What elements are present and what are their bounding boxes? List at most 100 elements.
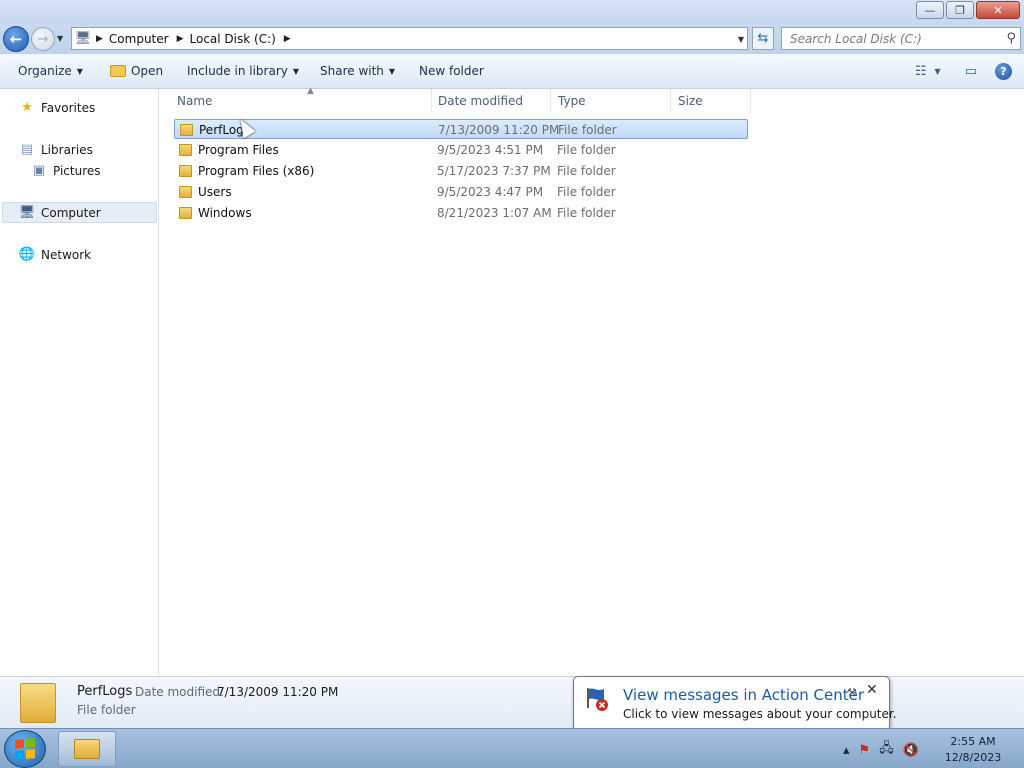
close-icon[interactable]: ✕: [866, 682, 878, 698]
file-date: 8/21/2023 1:07 AM: [437, 206, 552, 220]
folder-icon: [179, 165, 192, 177]
nav-pictures-label: Pictures: [53, 163, 101, 178]
navigation-pane: ★ Favorites ▤ Libraries ▣ Pictures 🖥 Compute…: [0, 89, 159, 676]
back-button[interactable]: ←: [3, 26, 29, 52]
computer-icon: 🖥: [18, 205, 36, 220]
command-bar: Organize ▼ Open Include in library ▼ Share…: [0, 54, 1024, 89]
organize-label: Organize: [18, 64, 72, 78]
chevron-down-icon: ▼: [76, 67, 83, 76]
file-list: Name ▲ Date modified Type Size PerfLogs 7…: [160, 86, 1024, 676]
file-row-perflogs[interactable]: PerfLogs 7/13/2009 11:20 PM File folder: [174, 119, 748, 139]
star-icon: ★: [21, 100, 33, 115]
file-type: File folder: [558, 123, 617, 137]
share-with-label: Share with: [320, 64, 384, 78]
new-folder-button[interactable]: New folder: [419, 64, 484, 78]
chevron-down-icon: ▼: [292, 67, 300, 76]
preview-pane-icon[interactable]: ▭: [965, 64, 977, 79]
action-center-icon[interactable]: ⚑: [859, 743, 871, 758]
window-controls: — ❐ ✕: [914, 1, 1020, 19]
open-button[interactable]: Open: [110, 64, 163, 78]
search-icon[interactable]: ⚲: [1006, 31, 1016, 46]
nav-libraries-label: Libraries: [41, 142, 93, 157]
file-type: File folder: [557, 143, 616, 157]
nav-computer[interactable]: 🖥 Computer: [18, 205, 101, 220]
notification-body: Click to view messages about your comput…: [623, 707, 897, 721]
column-header-type[interactable]: Type: [551, 89, 671, 113]
help-icon[interactable]: ?: [995, 63, 1012, 80]
file-row-program-files[interactable]: Program Files 9/5/2023 4:51 PM File fold…: [174, 140, 748, 160]
nav-network[interactable]: 🌐 Network: [18, 247, 91, 262]
details-date-label: Date modified:: [135, 685, 225, 699]
include-in-library-button[interactable]: Include in library ▼: [187, 64, 299, 78]
taskbar-explorer-button[interactable]: [58, 731, 116, 767]
breadcrumb-computer[interactable]: Computer: [109, 32, 169, 46]
refresh-button[interactable]: ⇆: [752, 27, 774, 50]
breadcrumb-local-disk[interactable]: Local Disk (C:): [190, 32, 276, 46]
column-header-name[interactable]: Name ▲: [170, 86, 432, 113]
folder-icon: [20, 683, 56, 723]
address-bar[interactable]: 🖥 ▶ Computer ▶ Local Disk (C:) ▶ ▼: [71, 27, 748, 50]
chevron-right-icon[interactable]: ▶: [96, 34, 103, 44]
file-date: 7/13/2009 11:20 PM: [438, 123, 560, 137]
file-row-users[interactable]: Users 9/5/2023 4:47 PM File folder: [174, 182, 748, 202]
folder-icon: [179, 186, 192, 198]
view-options-dropdown-icon[interactable]: ▼: [935, 67, 941, 76]
refresh-icon: ⇆: [757, 31, 769, 46]
file-type: File folder: [557, 164, 616, 178]
computer-location-icon: 🖥: [74, 31, 92, 46]
nav-network-label: Network: [41, 247, 92, 262]
notification-title[interactable]: View messages in Action Center: [623, 686, 864, 704]
folder-open-icon: [110, 65, 126, 77]
folder-icon: [179, 207, 192, 219]
forward-button[interactable]: →: [31, 27, 55, 51]
sort-ascending-icon: ▲: [307, 86, 314, 96]
address-history-dropdown-icon[interactable]: ▼: [738, 35, 744, 44]
search-box[interactable]: ⚲: [781, 27, 1021, 50]
nav-favorites[interactable]: ★ Favorites: [18, 100, 95, 115]
file-type: File folder: [557, 185, 616, 199]
chevron-down-icon: ▼: [388, 67, 396, 76]
clock[interactable]: 2:55 AM 12/8/2023: [940, 734, 1006, 766]
network-status-icon[interactable]: 🖧: [879, 739, 894, 761]
search-input[interactable]: [790, 31, 990, 46]
volume-muted-icon[interactable]: 🔇: [903, 743, 919, 758]
minimize-button[interactable]: —: [916, 1, 944, 19]
folder-icon: [179, 144, 192, 156]
show-hidden-icons-icon[interactable]: ▴: [843, 743, 850, 758]
nav-pictures[interactable]: ▣ Pictures: [30, 163, 101, 178]
file-name: Windows: [198, 206, 252, 220]
restore-button[interactable]: ❐: [946, 1, 974, 19]
title-bar: — ❐ ✕: [0, 0, 1024, 24]
column-name-label: Name: [177, 94, 213, 108]
start-button[interactable]: [4, 730, 46, 768]
file-date: 9/5/2023 4:47 PM: [437, 185, 544, 199]
close-button[interactable]: ✕: [976, 1, 1020, 19]
pictures-icon: ▣: [32, 163, 46, 178]
explorer-icon: [74, 739, 100, 759]
chevron-right-icon[interactable]: ▶: [284, 34, 291, 44]
clock-time: 2:55 AM: [950, 735, 996, 748]
windows-logo-icon: [15, 737, 35, 761]
forward-arrow-icon: →: [37, 31, 49, 47]
column-header-size[interactable]: Size: [671, 89, 751, 113]
file-date: 5/17/2023 7:37 PM: [437, 164, 551, 178]
column-header-date[interactable]: Date modified: [431, 89, 551, 113]
wrench-icon[interactable]: ⚒: [847, 686, 857, 699]
organize-button[interactable]: Organize ▼: [18, 64, 83, 78]
action-center-flag-icon: [587, 688, 608, 711]
change-view-icon[interactable]: ☷: [915, 64, 927, 79]
file-row-program-files-x86[interactable]: Program Files (x86) 5/17/2023 7:37 PM Fi…: [174, 161, 748, 181]
folder-icon: [180, 124, 193, 136]
nav-libraries[interactable]: ▤ Libraries: [18, 142, 93, 157]
chevron-right-icon[interactable]: ▶: [177, 34, 184, 44]
include-in-library-label: Include in library: [187, 64, 288, 78]
file-row-windows[interactable]: Windows 8/21/2023 1:07 AM File folder: [174, 203, 748, 223]
recent-pages-dropdown-icon[interactable]: ▼: [57, 34, 63, 43]
library-icon: ▤: [20, 142, 34, 157]
taskbar: ▴ ⚑ 🖧 🔇 2:55 AM 12/8/2023: [0, 728, 1024, 768]
back-arrow-icon: ←: [9, 30, 23, 48]
share-with-button[interactable]: Share with ▼: [320, 64, 395, 78]
file-name: Users: [198, 185, 232, 199]
network-icon: 🌐: [18, 247, 36, 262]
action-center-notification[interactable]: View messages in Action Center Click to …: [573, 676, 897, 739]
